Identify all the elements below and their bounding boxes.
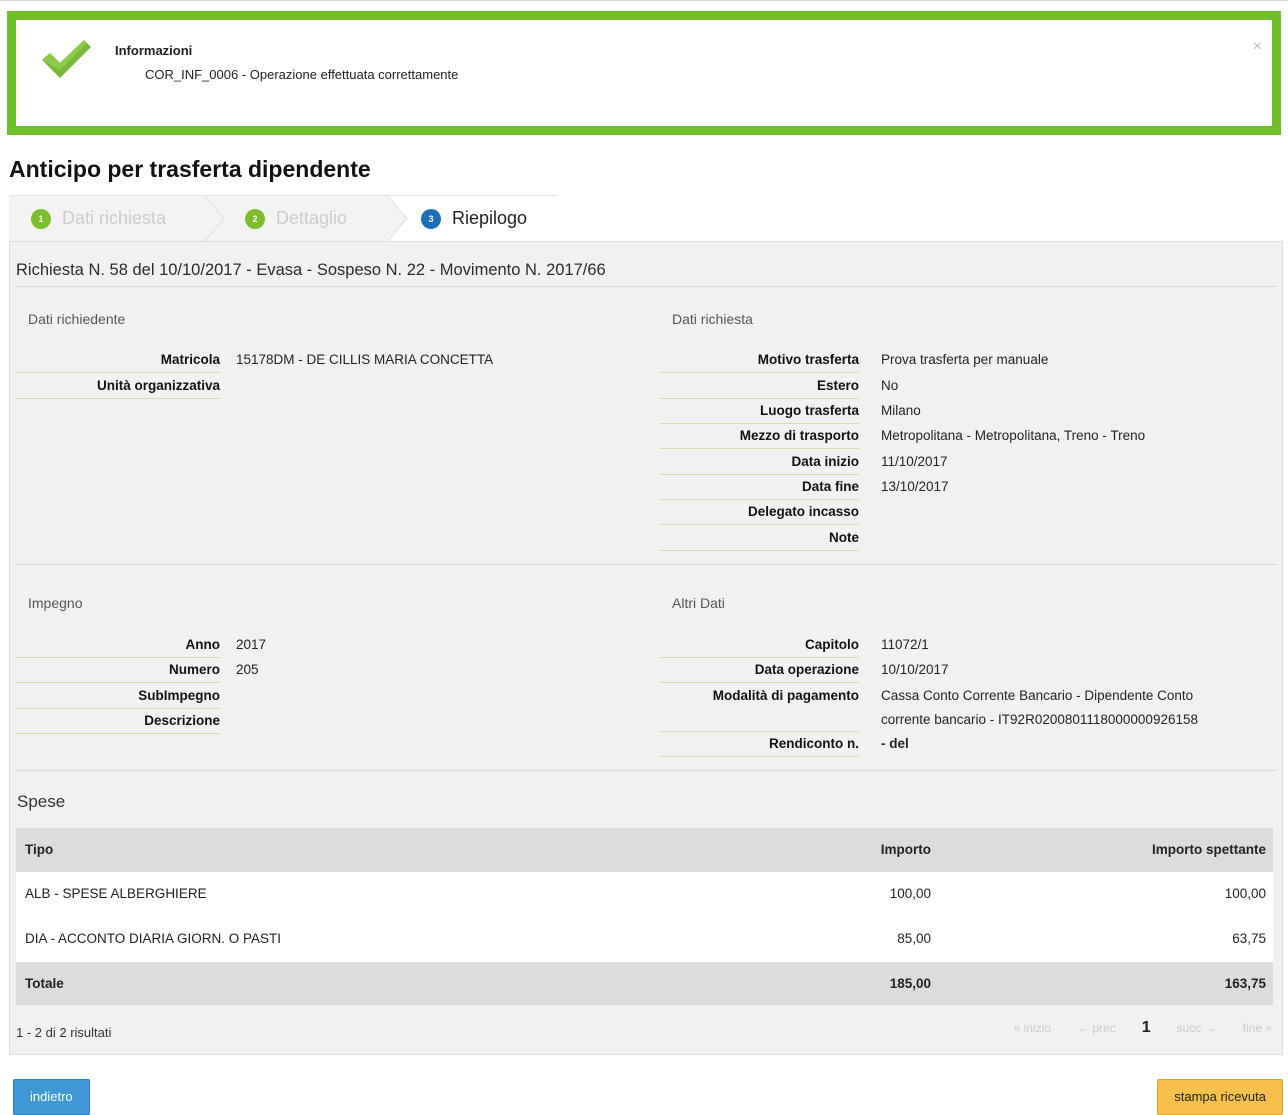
pager-current[interactable]: 1 (1142, 1019, 1151, 1037)
page-title: Anticipo per trasferta dipendente (9, 156, 371, 182)
header-importo[interactable]: Importo (881, 828, 931, 872)
request-title: Richiesta N. 58 del 10/10/2017 - Evasa -… (16, 261, 606, 279)
pager-first[interactable]: « inizio (1014, 1021, 1051, 1035)
wizard-step-riepilogo[interactable]: 3 Riepilogo (421, 195, 527, 242)
table-row: ALB - SPESE ALBERGHIERE 100,00 100,00 (16, 872, 1273, 917)
results-count: 1 - 2 di 2 risultati (16, 1025, 112, 1040)
table-header: Tipo Importo Importo spettante (16, 828, 1273, 872)
divider (15, 564, 1277, 565)
pager-prev[interactable]: ← prec (1077, 1021, 1116, 1035)
pager-next[interactable]: succ → (1177, 1021, 1217, 1035)
header-importo-spettante[interactable]: Importo spettante (1152, 828, 1266, 872)
checkmark-icon (42, 40, 91, 78)
section-dati-richiedente: Dati richiedente (28, 311, 126, 327)
pagination: « inizio ← prec 1 succ → fine » (988, 1019, 1272, 1037)
header-tipo[interactable]: Tipo (25, 828, 53, 872)
close-icon[interactable]: × (1253, 38, 1262, 56)
wizard-steps: 1 Dati richiesta 2 Dettaglio 3 Riepilogo (9, 195, 558, 242)
spese-title: Spese (17, 792, 66, 811)
back-button[interactable]: indietro (13, 1079, 90, 1115)
table-total-row: Totale 185,00 163,75 (16, 962, 1273, 1005)
alert-message: COR_INF_0006 - Operazione effettuata cor… (145, 67, 459, 82)
section-impegno: Impegno (28, 595, 83, 611)
divider (15, 286, 1277, 287)
divider (15, 770, 1277, 771)
print-receipt-button[interactable]: stampa ricevuta (1157, 1079, 1283, 1115)
section-altri-dati: Altri Dati (672, 595, 725, 611)
success-alert: Informazioni COR_INF_0006 - Operazione e… (7, 11, 1281, 135)
alert-title: Informazioni (115, 43, 193, 58)
pager-last[interactable]: fine » (1243, 1021, 1272, 1035)
section-dati-richiesta: Dati richiesta (672, 311, 753, 327)
spese-table: Tipo Importo Importo spettante ALB - SPE… (16, 828, 1273, 1005)
summary-panel: Richiesta N. 58 del 10/10/2017 - Evasa -… (9, 241, 1283, 1055)
table-footer: 1 - 2 di 2 risultati « inizio ← prec 1 s… (10, 1017, 1282, 1047)
top-border (0, 0, 1288, 1)
wizard-step-dettaglio[interactable]: 2 Dettaglio (245, 195, 347, 242)
wizard-step-dati-richiesta[interactable]: 1 Dati richiesta (31, 195, 166, 242)
table-row: DIA - ACCONTO DIARIA GIORN. O PASTI 85,0… (16, 917, 1273, 962)
